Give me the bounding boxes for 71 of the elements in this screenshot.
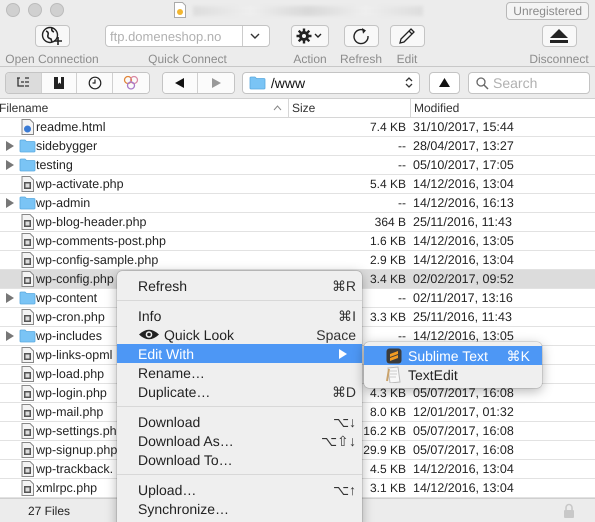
file-size: --	[398, 291, 406, 305]
file-name: wp-cron.php	[36, 310, 105, 324]
file-name: xmlrpc.php	[36, 481, 98, 495]
keyboard-shortcut: ⌥⇧↓	[320, 432, 356, 448]
modified-date: 25/11/2016, 11:43	[413, 310, 512, 324]
file-size: 7.4 KB	[370, 120, 406, 134]
file-name: wp-load.php	[36, 367, 104, 381]
keyboard-shortcut: ⌥↓	[332, 414, 356, 430]
modified-date: 05/07/2017, 16:08	[413, 386, 514, 400]
file-size: 4.5 KB	[370, 462, 406, 476]
keyboard-shortcut: ⌘K	[506, 348, 530, 364]
modified-date: 02/02/2017, 09:52	[413, 272, 514, 286]
file-name: wp-config.php	[36, 272, 114, 286]
modified-date: 14/12/2016, 16:13	[413, 196, 514, 210]
modified-date: 02/11/2017, 13:16	[413, 291, 513, 305]
file-size: --	[398, 329, 406, 343]
toolbar-label: Quick Connect	[148, 52, 227, 66]
file-size: 2.9 KB	[370, 253, 406, 267]
modified-date: 14/12/2016, 13:04	[413, 253, 514, 267]
modified-date: 25/11/2016, 11:43	[413, 215, 512, 229]
file-size: --	[398, 196, 406, 210]
file-size: 364 B	[374, 215, 406, 229]
toolbar-label: Edit	[396, 52, 418, 66]
unregistered-badge: Unregistered	[506, 2, 589, 20]
modified-date: 28/04/2017, 13:27	[413, 139, 514, 153]
modified-date: 31/10/2017, 15:44	[413, 120, 514, 134]
file-name: testing	[36, 158, 73, 172]
file-name: wp-blog-header.php	[36, 215, 146, 229]
file-size: 3.1 KB	[370, 481, 406, 495]
file-size: 16.2 KB	[363, 424, 406, 438]
file-size: 3.3 KB	[370, 310, 406, 324]
modified-date: 14/12/2016, 13:04	[413, 462, 514, 476]
file-name: wp-config-sample.php	[36, 253, 158, 267]
file-name: readme.html	[36, 120, 106, 134]
keyboard-shortcut: ⌥↑	[332, 482, 356, 498]
file-size: 8.0 KB	[370, 405, 406, 419]
toolbar-label: Open Connection	[5, 52, 99, 66]
file-size: 29.9 KB	[363, 443, 406, 457]
file-name: wp-trackback.	[36, 462, 114, 476]
file-name: wp-comments-post.php	[36, 234, 166, 248]
file-name: wp-admin	[36, 196, 90, 210]
keyboard-shortcut: ⌘I	[337, 308, 356, 324]
toolbar-label: Disconnect	[529, 52, 589, 66]
file-name: sidebygger	[36, 139, 98, 153]
modified-date: 14/12/2016, 13:05	[413, 234, 514, 248]
modified-date: 14/12/2016, 13:04	[413, 481, 514, 495]
file-count: 27 Files	[28, 504, 70, 518]
toolbar-label: Refresh	[340, 52, 382, 66]
modified-date: 05/07/2017, 16:08	[413, 424, 514, 438]
file-size: 3.4 KB	[370, 272, 406, 286]
file-name: wp-login.php	[36, 386, 107, 400]
modified-date: 05/10/2017, 17:05	[413, 158, 514, 172]
file-size: 1.6 KB	[370, 234, 406, 248]
toolbar-label: Action	[293, 52, 327, 66]
file-name: wp-links-opml	[36, 348, 112, 362]
file-size: 5.4 KB	[370, 177, 406, 191]
file-name: wp-settings.ph	[36, 424, 117, 438]
modified-date: 12/01/2017, 01:32	[413, 405, 514, 419]
keyboard-shortcut: ⌘D	[330, 384, 356, 400]
modified-date: 14/12/2016, 13:05	[413, 329, 514, 343]
modified-date: 05/07/2017, 16:08	[413, 443, 514, 457]
keyboard-shortcut: Space	[315, 326, 356, 342]
file-name: wp-activate.php	[36, 177, 124, 191]
file-name: wp-includes	[36, 329, 102, 343]
file-size: --	[398, 139, 406, 153]
file-size: --	[398, 158, 406, 172]
file-name: wp-mail.php	[36, 405, 104, 419]
modified-date: 14/12/2016, 13:04	[413, 177, 514, 191]
file-name: wp-content	[36, 291, 98, 305]
file-name: wp-signup.php	[36, 443, 118, 457]
file-size: 4.3 KB	[370, 386, 406, 400]
